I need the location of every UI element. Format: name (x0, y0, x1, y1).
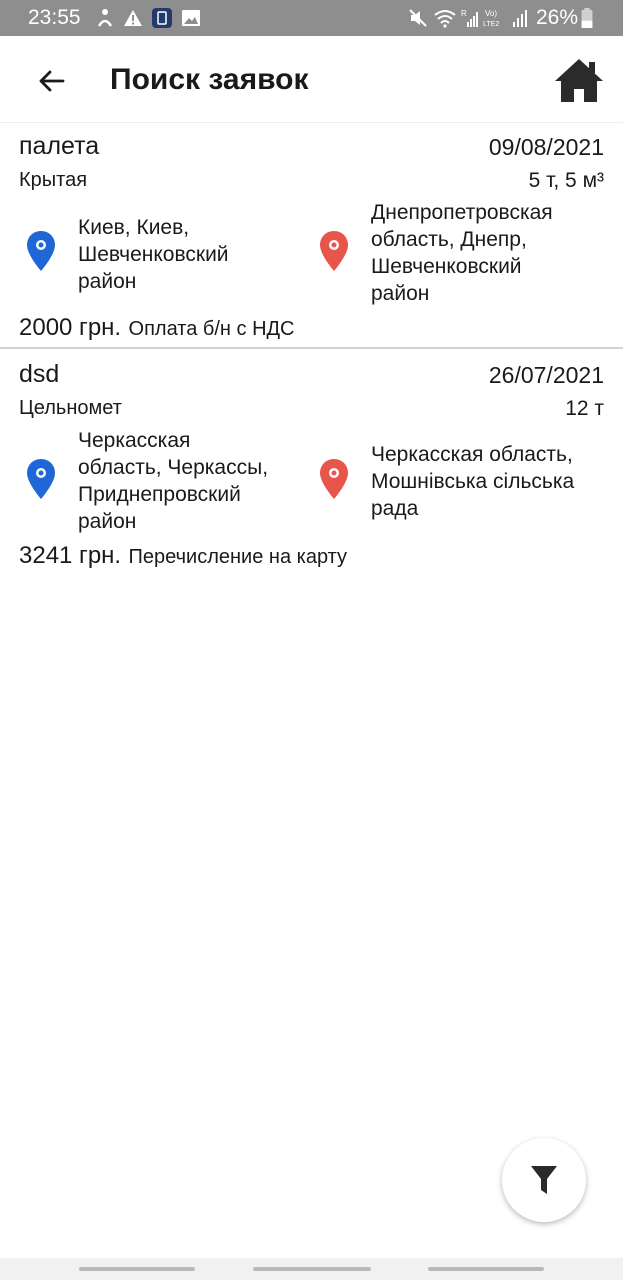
image-icon (182, 10, 200, 26)
battery-icon (581, 8, 593, 28)
price: 2000 грн. (19, 314, 122, 341)
app-notification-icon (152, 8, 172, 28)
status-time: 23:55 (28, 6, 81, 29)
payment-method: Оплата б/н с НДС (128, 318, 295, 340)
cargo-weight: 12 т (565, 397, 604, 420)
page-title: Поиск заявок (110, 63, 309, 96)
status-bar: 23:55 R Vo) LTE2 26% (0, 0, 623, 36)
volte-icon: Vo) LTE2 (483, 9, 499, 28)
price-row: 3241 грн. Перечисление на карту (19, 542, 347, 570)
origin-pin-icon (27, 459, 55, 499)
wifi-icon (434, 10, 456, 28)
cargo-name: dsd (19, 360, 60, 388)
price: 3241 грн. (19, 542, 122, 569)
destination-location: Черкасская область, Мошнівська сільська … (371, 443, 575, 520)
svg-text:R: R (461, 9, 467, 18)
svg-text:Vo): Vo) (485, 9, 497, 18)
filter-button[interactable] (502, 1138, 586, 1222)
app-bar: Поиск заявок (0, 36, 623, 123)
battery-percent: 26% (536, 6, 579, 29)
nav-home-handle[interactable] (253, 1267, 371, 1271)
order-date: 26/07/2021 (488, 362, 604, 388)
origin-pin-icon (27, 231, 55, 271)
destination-pin-icon (320, 231, 348, 271)
order-date: 09/08/2021 (488, 134, 604, 160)
origin-location: Киев, Киев, Шевченковский район (78, 216, 229, 293)
order-card[interactable]: палета 09/08/2021 Крытая 5 т, 5 м³ Киев,… (0, 124, 623, 349)
destination-pin-icon (320, 459, 348, 499)
filter-icon (531, 1166, 557, 1194)
home-button[interactable] (553, 56, 605, 106)
system-nav-bar (0, 1258, 623, 1280)
nav-recent-handle[interactable] (79, 1267, 195, 1271)
payment-method: Перечисление на карту (128, 546, 348, 568)
destination-location: Днепропетровская область, Днепр, Шевченк… (371, 201, 553, 305)
cargo-weight: 5 т, 5 м³ (528, 169, 604, 192)
body-type: Цельномет (19, 397, 122, 419)
warning-icon (124, 10, 142, 26)
signal-r-icon: R (461, 9, 478, 27)
back-button[interactable] (28, 58, 74, 104)
nav-back-handle[interactable] (428, 1267, 544, 1271)
price-row: 2000 грн. Оплата б/н с НДС (19, 314, 295, 342)
origin-location: Черкасская область, Черкассы, Приднепров… (78, 429, 269, 533)
gesture-icon (97, 9, 113, 27)
mute-icon (409, 9, 427, 27)
order-card[interactable]: dsd 26/07/2021 Цельномет 12 т Черкасская… (0, 352, 623, 577)
cargo-name: палета (19, 132, 100, 160)
home-icon (555, 59, 603, 102)
svg-text:LTE2: LTE2 (483, 21, 499, 28)
arrow-left-icon (39, 70, 65, 92)
body-type: Крытая (19, 169, 88, 191)
signal-icon (513, 10, 527, 27)
